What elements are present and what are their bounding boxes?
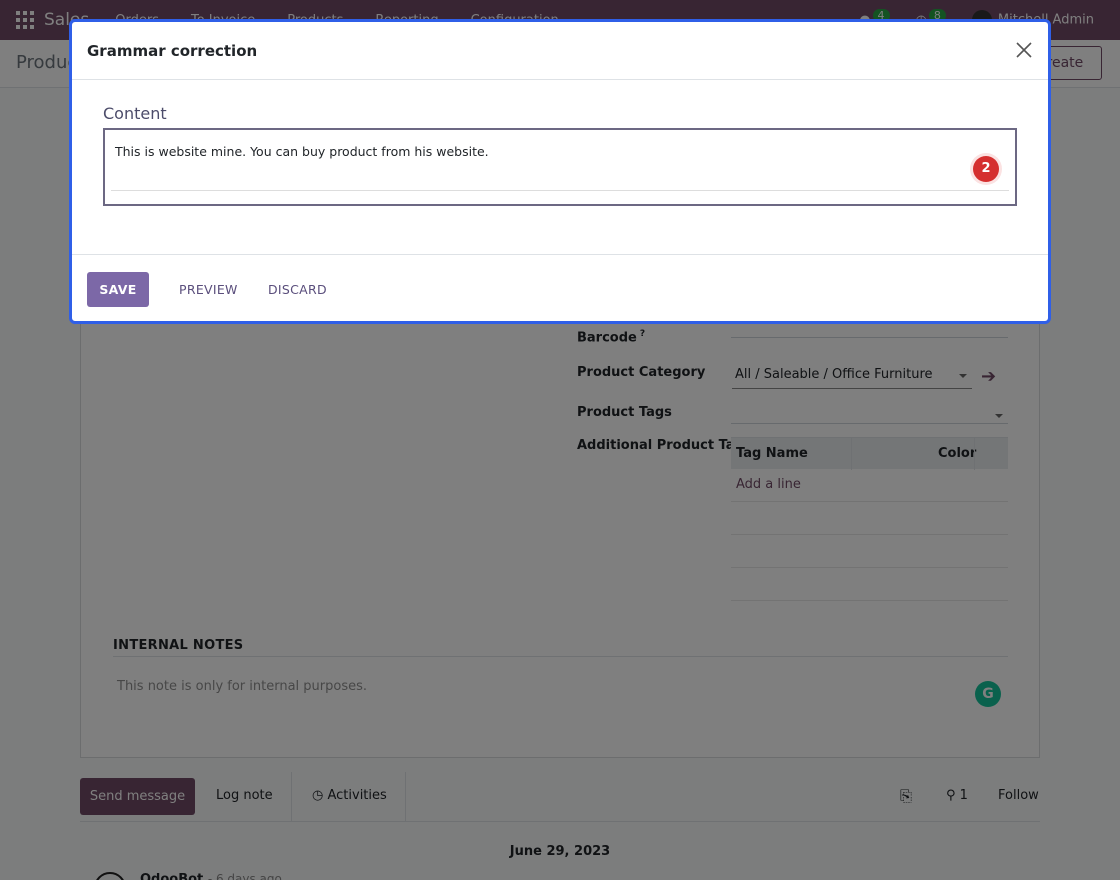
content-label: Content [103, 104, 167, 123]
preview-button[interactable]: PREVIEW [179, 272, 238, 307]
grammar-correction-dialog: Grammar correction Content This is websi… [69, 19, 1051, 324]
content-editor[interactable]: This is website mine. You can buy produc… [103, 128, 1017, 206]
discard-button[interactable]: DISCARD [268, 272, 327, 307]
modal-footer: SAVE PREVIEW DISCARD [72, 254, 1048, 321]
modal-title: Grammar correction [87, 42, 258, 60]
modal-header: Grammar correction [72, 22, 1048, 80]
divider [111, 190, 1009, 191]
grammar-issues-badge[interactable]: 2 [973, 156, 999, 182]
save-button[interactable]: SAVE [87, 272, 149, 307]
close-icon[interactable] [1014, 40, 1034, 60]
content-text[interactable]: This is website mine. You can buy produc… [115, 144, 489, 159]
